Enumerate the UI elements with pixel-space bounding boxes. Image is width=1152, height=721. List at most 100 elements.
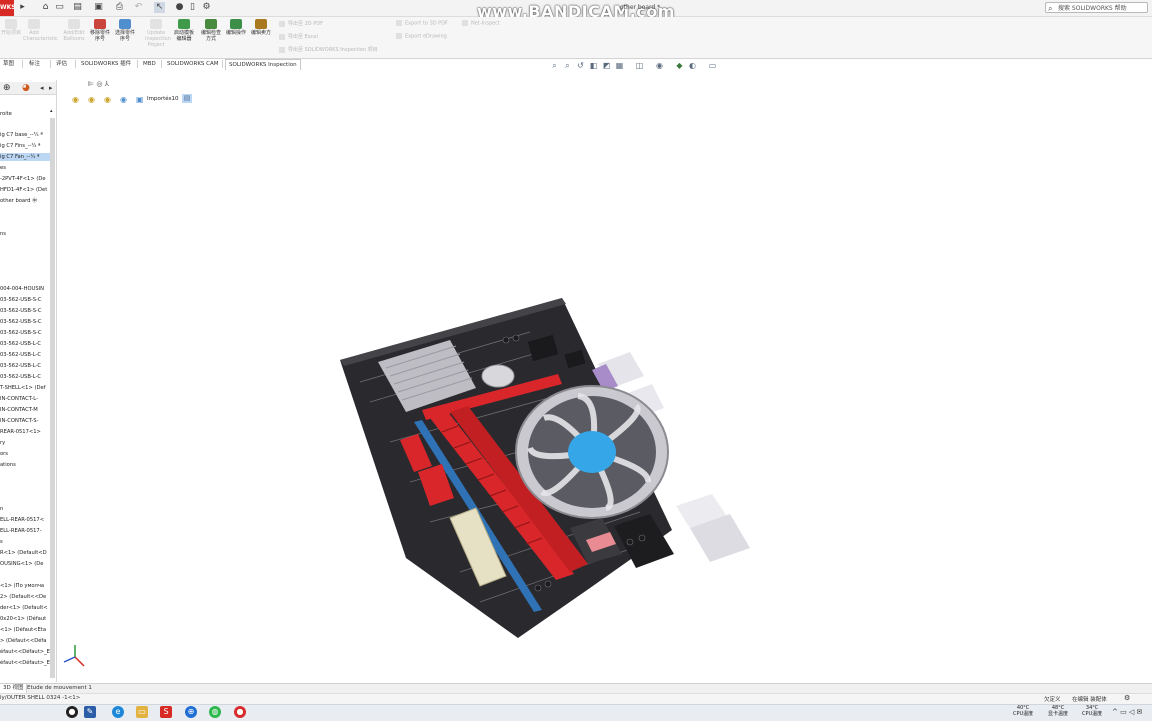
browser-icon[interactable]: ⊕ <box>185 706 197 718</box>
tree-item[interactable]: ig C7 Fan_--¼ ª <box>0 153 50 161</box>
tree-item[interactable]: 2> (Default<<De <box>0 593 50 601</box>
panel-scrollbar[interactable] <box>50 118 55 678</box>
tree-item[interactable]: > (Défaut<<Défa <box>0 637 50 645</box>
soccer-app-icon[interactable]: ● <box>66 706 78 718</box>
options-icon[interactable]: ⚙ <box>201 2 212 13</box>
chevron-right-icon[interactable]: ▸ <box>49 84 53 92</box>
ribbon-button-5[interactable]: 选择零件序号 <box>114 19 136 42</box>
tree-item[interactable]: 03-562-USB-L-C <box>0 362 50 370</box>
undo-icon[interactable]: ↶ <box>133 2 144 13</box>
edge-icon[interactable]: e <box>112 706 124 718</box>
export-2d-pdf-button[interactable]: 导出至 2D PDF <box>279 20 323 27</box>
file-props-icon[interactable]: ▯ <box>187 2 198 13</box>
solidworks-taskbar-icon[interactable]: S <box>160 706 172 718</box>
tree-item[interactable]: 03-562-USB-L-C <box>0 340 50 348</box>
tree-item[interactable]: IN-CONTACT-L- <box>0 395 50 403</box>
dynamic-annotation-icon[interactable]: ◩ <box>602 61 611 70</box>
tree-item[interactable]: OUSING<1> (De <box>0 560 50 568</box>
tree-item[interactable]: n <box>0 505 50 513</box>
export-3d-pdf-button[interactable]: Export to 3D PDF <box>396 20 448 27</box>
save-icon[interactable]: ▣ <box>93 2 104 13</box>
tree-item[interactable]: 03-562-USB-L-C <box>0 373 50 381</box>
tree-item[interactable]: ors <box>0 450 50 458</box>
tab-annotation[interactable]: 标注 <box>26 59 43 69</box>
ribbon-button-6[interactable]: Update Inspection Project <box>145 19 171 48</box>
rebuild-icon[interactable]: ● <box>174 2 185 13</box>
tab-cam[interactable]: SOLIDWORKS CAM <box>164 59 222 69</box>
zoom-area-icon[interactable]: ⌕ <box>563 61 572 70</box>
ribbon-button-4[interactable]: 移除零件序号 <box>89 19 111 42</box>
tab-inspection[interactable]: SOLIDWORKS Inspection <box>225 59 301 70</box>
tree-item[interactable]: éfaut<<Défaut>_E <box>0 659 50 667</box>
tree-item[interactable]: 03-562-USB-L-C <box>0 351 50 359</box>
view-orientation-icon[interactable]: ▦ <box>615 61 624 70</box>
feature-tree-icon[interactable]: ⊕ <box>3 83 11 93</box>
tree-item[interactable]: der<1> (Default< <box>0 604 50 612</box>
tab-addins[interactable]: SOLIDWORKS 插件 <box>78 59 134 69</box>
tree-item[interactable]: R<1> (Default<D <box>0 549 50 557</box>
ribbon-button-8[interactable]: 编辑检查方式 <box>200 19 222 42</box>
file-explorer-icon[interactable]: ▭ <box>136 706 148 718</box>
export-inspection-project-button[interactable]: 导出至 SOLIDWORKS Inspection 项目 <box>279 46 378 53</box>
scroll-up-icon[interactable]: ▴ <box>50 108 53 114</box>
tree-item[interactable]: 004-004-HOUSIN <box>0 285 50 293</box>
tree-item[interactable]: 03-562-USB-S-C <box>0 318 50 326</box>
ribbon-button-3[interactable]: Add/Edit Balloons <box>63 19 85 42</box>
tree-item[interactable]: ations <box>0 461 50 469</box>
tree-item[interactable]: 03-562-USB-S-C <box>0 329 50 337</box>
display-style-icon[interactable]: ◫ <box>635 61 644 70</box>
tree-item[interactable]: 0x20<1> (Défaut <box>0 615 50 623</box>
tab-motion-study[interactable]: Etude de mouvement 1 <box>24 684 95 693</box>
open-icon[interactable]: ▤ <box>72 2 83 13</box>
tab-sketch[interactable]: 草图 <box>0 59 17 69</box>
ribbon-button-10[interactable]: 编辑卖方 <box>250 19 272 36</box>
home-icon[interactable]: ⌂ <box>40 2 51 13</box>
view-settings-icon[interactable]: ▭ <box>708 61 717 70</box>
tree-item[interactable]: HFD1-4F<1> (Det <box>0 186 50 194</box>
section-view-icon[interactable]: ◧ <box>589 61 598 70</box>
tree-item[interactable]: ry <box>0 439 50 447</box>
tree-item[interactable]: ELL-REAR-0517- <box>0 527 50 535</box>
tree-item[interactable]: IN-CONTACT-M <box>0 406 50 414</box>
ribbon-button-1[interactable]: 开始项目 <box>0 19 22 36</box>
help-search-input[interactable]: ⌕ 搜索 SOLIDWORKS 帮助 <box>1045 2 1148 13</box>
wechat-icon[interactable]: ◍ <box>209 706 221 718</box>
tree-item[interactable]: REAR-0517<1> <box>0 428 50 436</box>
tree-item[interactable]: éfaut<<Défaut>_E <box>0 648 50 656</box>
appearance-tab-icon[interactable]: ◕ <box>22 83 30 93</box>
tree-item[interactable]: 03-562-USB-S-C <box>0 307 50 315</box>
tree-item[interactable]: roite <box>0 110 50 118</box>
expand-menu-icon[interactable]: ▸ <box>17 2 28 13</box>
tree-item[interactable]: <1> (По умолча <box>0 582 50 590</box>
export-excel-button[interactable]: 导出至 Excel <box>279 33 318 40</box>
tab-mbd[interactable]: MBD <box>140 59 159 69</box>
customize-icon[interactable]: ⚙ <box>1124 694 1130 702</box>
tree-item[interactable]: <1> (Défaut<Eta <box>0 626 50 634</box>
select-icon[interactable]: ↖ <box>154 2 165 13</box>
hide-show-items-icon[interactable]: ◉ <box>655 61 664 70</box>
tree-item[interactable]: s <box>0 538 50 546</box>
tree-item[interactable]: ig C7 Fins_--¼ ª <box>0 142 50 150</box>
new-doc-icon[interactable]: ▭ <box>54 2 65 13</box>
tab-evaluate[interactable]: 评估 <box>53 59 70 69</box>
record-icon[interactable]: ● <box>234 706 246 718</box>
solidworks-logo[interactable]: WKS <box>0 0 16 16</box>
tray-icons[interactable]: ^ ▭ ◁ ✉ <box>1112 708 1142 716</box>
tree-item[interactable]: ig C7 base_--¼ ª <box>0 131 50 139</box>
zoom-to-fit-icon[interactable]: ⌕ <box>550 61 559 70</box>
print-icon[interactable]: ⎙ <box>114 2 125 13</box>
previous-view-icon[interactable]: ↺ <box>576 61 585 70</box>
tree-item[interactable]: 03-562-USB-S-C <box>0 296 50 304</box>
net-inspect-button[interactable]: Net-Inspect <box>462 20 500 27</box>
tree-item[interactable]: ns <box>0 230 50 238</box>
tree-item[interactable]: es <box>0 164 50 172</box>
ribbon-button-9[interactable]: 编辑操作 <box>225 19 247 36</box>
tree-item[interactable]: ELL-REAR-0517< <box>0 516 50 524</box>
chevron-left-icon[interactable]: ◂ <box>40 84 44 92</box>
tree-item[interactable]: IN-CONTACT-S- <box>0 417 50 425</box>
ribbon-button-2[interactable]: Add Characteristic <box>23 19 58 42</box>
export-edrawing-button[interactable]: Export eDrawing <box>396 33 447 40</box>
tree-item[interactable]: T-SHELL<1> (Def <box>0 384 50 392</box>
app-icon[interactable]: ✎ <box>84 706 96 718</box>
tree-item[interactable]: other board ㊥ <box>0 197 50 205</box>
